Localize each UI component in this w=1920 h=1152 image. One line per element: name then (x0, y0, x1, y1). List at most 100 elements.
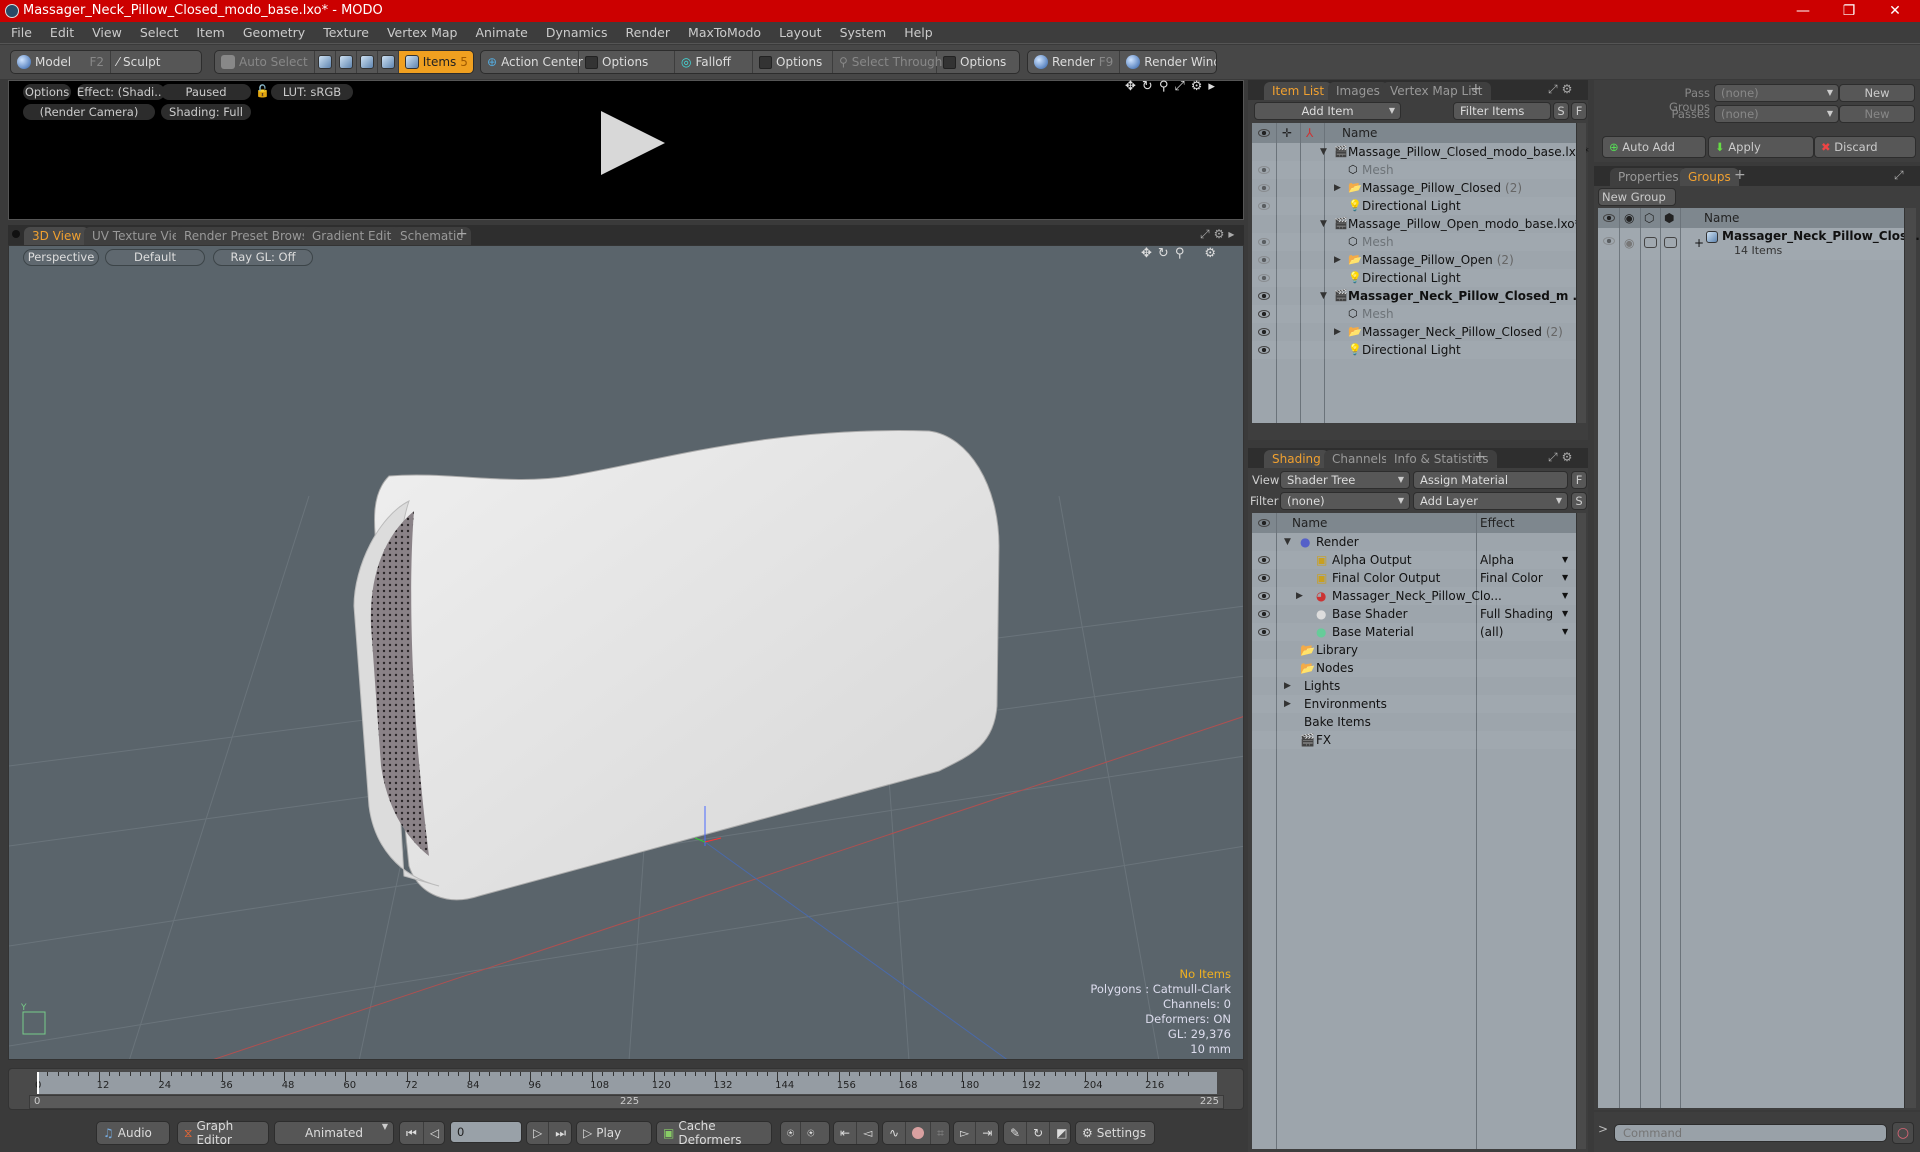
item-list-row[interactable]: ⬡ Mesh (1252, 161, 1576, 179)
next-frame-button[interactable]: ▻ (954, 1122, 977, 1144)
preview-camera-dropdown[interactable]: (Render Camera) (23, 104, 155, 120)
menu-geometry[interactable]: Geometry (234, 22, 314, 44)
visibility-eye-icon[interactable] (1258, 556, 1270, 564)
prev-keyframe-button[interactable]: ⇤ (834, 1122, 858, 1144)
items-mode-button[interactable]: Items 5 (398, 51, 473, 73)
item-list-row[interactable]: ▶ 📂 Massager_Neck_Pillow_Closed (2) (1252, 323, 1576, 341)
maximize-button[interactable]: ❐ (1826, 0, 1872, 22)
vertices-mode-button[interactable] (315, 51, 336, 73)
play-render-icon[interactable] (601, 111, 665, 175)
falloff-options-button[interactable]: Options (753, 51, 833, 73)
f-toggle-button[interactable]: F (1571, 102, 1587, 120)
item-list-row[interactable]: ▼ 🎬 Massager_Neck_Pillow_Closed_m ... (1252, 287, 1586, 305)
expand-caret-icon[interactable]: ▼ (1320, 215, 1327, 233)
add-tab-button[interactable]: + (1734, 167, 1746, 183)
frame-input[interactable]: 0 (450, 1121, 522, 1143)
zoom-icon[interactable]: ⚲ (1159, 79, 1175, 94)
visibility-eye-icon[interactable] (1258, 328, 1270, 336)
maximize-icon[interactable]: ⤢ (1548, 450, 1562, 464)
expand-caret-icon[interactable]: ▼ (1320, 143, 1327, 161)
item-list-row[interactable]: 💡 Directional Light (1252, 341, 1576, 359)
auto-select-button[interactable]: Auto Select (215, 51, 315, 73)
key-edit-icon[interactable]: ✎ (1004, 1122, 1028, 1144)
menu-help[interactable]: Help (895, 22, 942, 44)
polygons-mode-button[interactable] (357, 51, 378, 73)
select-toggle[interactable] (1664, 237, 1677, 248)
visibility-eye-icon[interactable] (1258, 610, 1270, 618)
visibility-eye-icon[interactable] (1258, 202, 1270, 210)
timeline-range-bar[interactable]: 0 225 225 (29, 1095, 1224, 1109)
shader-tree-row[interactable]: ● Base Shader Full Shading ▼ (1252, 605, 1576, 623)
item-list-row[interactable]: ⬡ Mesh (1252, 233, 1576, 251)
effect-dropdown-icon[interactable]: ▼ (1562, 623, 1568, 641)
tab-item-list[interactable]: Item List (1264, 82, 1333, 100)
pass-groups-dropdown[interactable]: (none) (1714, 84, 1839, 102)
command-input[interactable] (1614, 1124, 1887, 1142)
select-through-button[interactable]: ⚲ Select Through (833, 51, 942, 73)
gear-icon[interactable]: ⚙ (1562, 450, 1577, 464)
record-button[interactable] (906, 1122, 932, 1144)
item-list-row[interactable]: 💡 Directional Light (1252, 197, 1576, 215)
preview-lut-dropdown[interactable]: LUT: sRGB (271, 84, 353, 100)
menu-animate[interactable]: Animate (467, 22, 537, 44)
gear-icon[interactable]: ⚙ (1214, 227, 1229, 241)
rotate-icon[interactable]: ↻ (1158, 246, 1175, 261)
lock-toggle[interactable] (1644, 237, 1657, 248)
animated-dropdown[interactable]: Animated (274, 1121, 394, 1145)
preview-paused-button[interactable]: Paused (161, 84, 251, 100)
maximize-icon[interactable]: ⤢ (1548, 82, 1562, 96)
timeline[interactable]: 0 12 24 36 48 60 72 84 96 108 120 132 144 156 168 180 19… (8, 1068, 1244, 1110)
menu-render[interactable]: Render (617, 22, 680, 44)
expand-plus-icon[interactable]: + (1694, 234, 1704, 252)
add-tab-button[interactable]: + (1474, 449, 1486, 465)
new-pass-group-button[interactable]: New (1839, 84, 1915, 102)
group-row[interactable]: ◉ + Massager_Neck_Pillow_Close... 14 Ite… (1598, 228, 1920, 260)
render-button[interactable]: Render F9 (1028, 51, 1121, 73)
filter-items-input[interactable]: Filter Items (1453, 102, 1551, 120)
filter-dropdown[interactable]: (none) (1280, 492, 1410, 510)
menu-file[interactable]: File (0, 22, 41, 44)
tab-shading[interactable]: Shading (1264, 450, 1329, 468)
model-mode-button[interactable]: Model F2 (11, 51, 111, 73)
visibility-eye-icon[interactable] (1258, 574, 1270, 582)
render-toggle[interactable]: ◉ (1624, 234, 1634, 252)
effect-value[interactable]: (all) (1480, 623, 1503, 641)
item-list-scrollbar[interactable] (1576, 123, 1586, 423)
close-button[interactable]: ✕ (1872, 0, 1918, 22)
projection-dropdown[interactable]: Perspective (23, 249, 99, 266)
preview-shading-dropdown[interactable]: Shading: Full (161, 104, 251, 120)
select-through-options-button[interactable]: Options (937, 51, 1012, 73)
record-macro-button[interactable]: ○ (1892, 1122, 1914, 1144)
collapse-caret-icon[interactable]: ▶ (1284, 677, 1291, 695)
gear-icon[interactable]: ⚙ (1204, 246, 1222, 261)
tab-properties[interactable]: Properties (1610, 168, 1687, 186)
add-tab-button[interactable]: + (1470, 81, 1482, 97)
menu-item[interactable]: Item (187, 22, 233, 44)
style-dropdown[interactable]: Default (105, 249, 205, 266)
add-item-dropdown[interactable]: Add Item (1254, 102, 1401, 120)
rotate-icon[interactable]: ↻ (1142, 79, 1159, 94)
new-group-button[interactable]: New Group (1598, 188, 1676, 206)
action-center-options-button[interactable]: Options (579, 51, 675, 73)
menu-maxtomodo[interactable]: MaxToModo (679, 22, 770, 44)
visibility-eye-icon[interactable] (1258, 628, 1270, 636)
minimize-button[interactable]: — (1780, 0, 1826, 22)
key-down-icon[interactable]: ⍟ (801, 1122, 820, 1144)
timeline-ruler[interactable]: 0122436486072849610812013214415616818019… (35, 1072, 1217, 1094)
menu-layout[interactable]: Layout (770, 22, 831, 44)
lock-icon[interactable]: 🔓 (255, 84, 270, 98)
effect-value[interactable]: Full Shading (1480, 605, 1553, 623)
curve-key-button[interactable]: ∿ (883, 1122, 907, 1144)
visibility-eye-icon[interactable] (1258, 166, 1270, 174)
item-list-row[interactable]: 💡 Directional Light (1252, 269, 1576, 287)
menu-system[interactable]: System (831, 22, 896, 44)
menu-edit[interactable]: Edit (41, 22, 83, 44)
discard-button[interactable]: ✖ Discard (1814, 136, 1916, 158)
groups-scrollbar[interactable] (1904, 208, 1916, 1108)
tab-groups[interactable]: Groups (1680, 168, 1739, 186)
gear-icon[interactable]: ⚙ (1191, 79, 1209, 94)
pan-icon[interactable]: ✥ (1141, 246, 1158, 261)
action-center-button[interactable]: ⊕ Action Center (481, 51, 583, 73)
expand-caret-icon[interactable]: ▼ (1284, 533, 1291, 551)
preview-effect-dropdown[interactable]: Effect: (Shadi... (77, 84, 165, 100)
